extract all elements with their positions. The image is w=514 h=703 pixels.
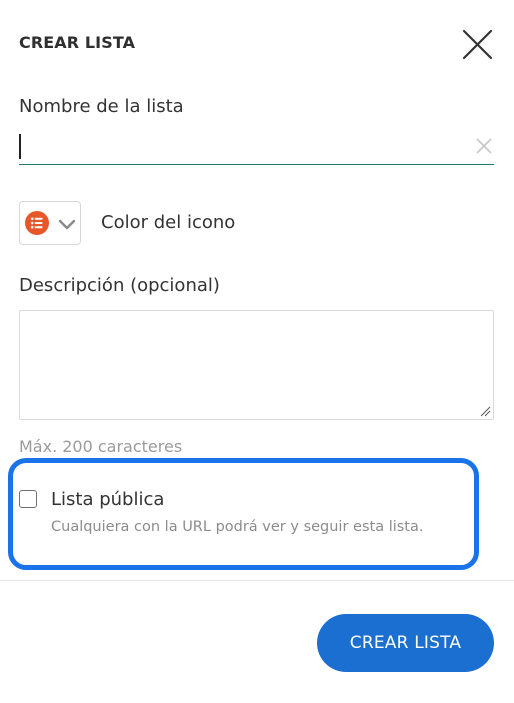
close-icon: [462, 29, 493, 60]
footer-divider: [0, 580, 514, 581]
clear-name-button[interactable]: [474, 136, 494, 156]
public-list-highlight: [8, 458, 479, 570]
icon-color-label: Color del icono: [101, 212, 236, 233]
list-icon: [25, 211, 49, 235]
description-char-limit-hint: Máx. 200 caracteres: [19, 437, 183, 456]
clear-icon: [476, 138, 492, 154]
list-name-label: Nombre de la lista: [19, 96, 184, 117]
dialog-title: CREAR LISTA: [19, 33, 136, 52]
description-textarea[interactable]: [19, 310, 494, 420]
icon-color-picker[interactable]: [19, 201, 81, 245]
resize-handle-icon[interactable]: [479, 405, 491, 417]
chevron-down-icon: [58, 219, 76, 230]
create-list-button[interactable]: CREAR LISTA: [317, 614, 494, 672]
text-caret: [19, 134, 21, 159]
list-name-input[interactable]: [19, 130, 459, 162]
public-list-checkbox[interactable]: [19, 490, 37, 508]
description-label: Descripción (opcional): [19, 275, 220, 296]
public-list-description: Cualquiera con la URL podrá ver y seguir…: [51, 519, 424, 535]
close-button[interactable]: [458, 26, 498, 64]
list-name-field-wrapper: [19, 130, 494, 165]
public-list-label[interactable]: Lista pública: [51, 489, 164, 510]
